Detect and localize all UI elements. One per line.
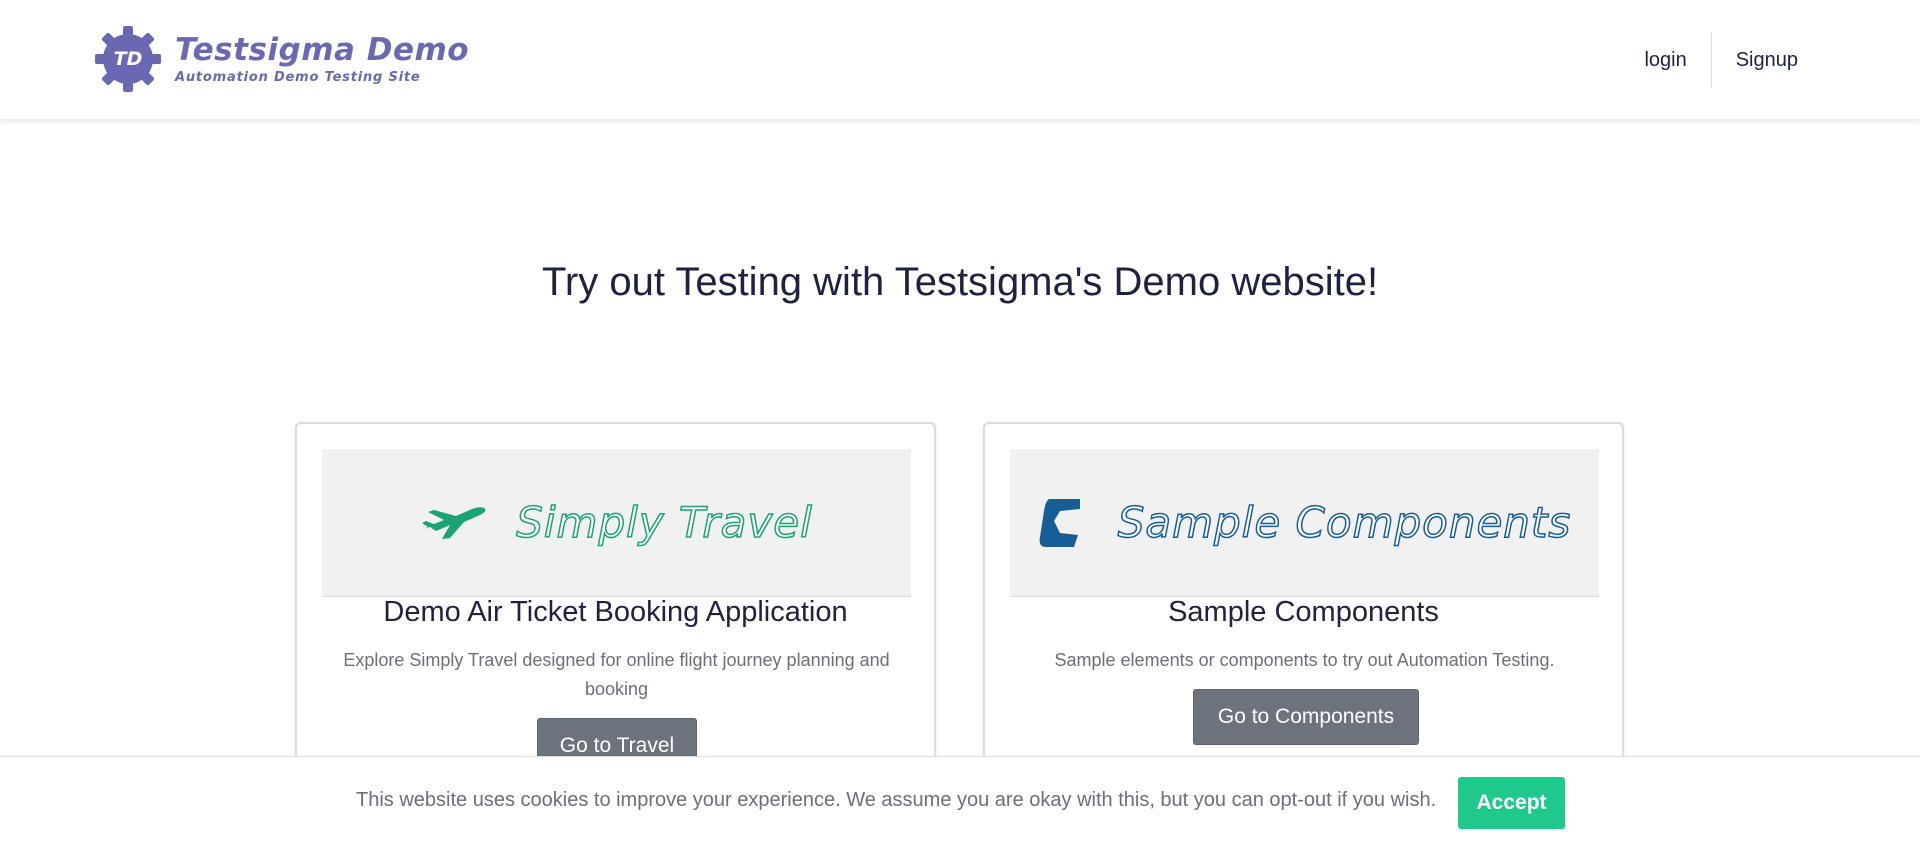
travel-banner[interactable]: Simply Travel <box>322 449 911 597</box>
header-nav: login Signup <box>1620 32 1822 88</box>
travel-card-heading: Demo Air Ticket Booking Application <box>383 596 848 628</box>
logo-badge-text: TD <box>113 48 143 70</box>
components-banner[interactable]: Sample Components <box>1010 449 1599 597</box>
components-c-icon <box>1039 498 1080 547</box>
site-header: TD Testsigma Demo Automation Demo Testin… <box>0 0 1920 119</box>
components-card-description: Sample elements or components to try out… <box>1054 650 1555 670</box>
cookie-message: This website uses cookies to improve you… <box>356 789 1437 811</box>
page-title: Try out Testing with Testsigma's Demo we… <box>541 260 1379 304</box>
logo-text: Testsigma Demo Automation Demo Testing S… <box>175 33 469 85</box>
travel-card-description: Explore Simply Travel designed for onlin… <box>343 650 890 699</box>
cookie-consent-bar: This website uses cookies to improve you… <box>0 756 1920 846</box>
simply-travel-banner-text: Simply Travel <box>515 497 813 548</box>
accept-cookies-button[interactable]: Accept <box>1458 777 1565 829</box>
airplane-icon <box>422 506 486 539</box>
signup-link[interactable]: Signup <box>1712 32 1822 88</box>
logo-title: Testsigma Demo <box>175 32 470 68</box>
gear-logo-icon: TD <box>95 26 161 92</box>
logo-subtitle: Automation Demo Testing Site <box>175 70 421 85</box>
sample-components-banner-text: Sample Components <box>1117 497 1572 548</box>
go-to-components-button[interactable]: Go to Components <box>1193 689 1419 745</box>
site-logo[interactable]: TD Testsigma Demo Automation Demo Testin… <box>95 26 469 92</box>
components-card-heading: Sample Components <box>1168 596 1439 628</box>
login-link[interactable]: login <box>1620 32 1710 88</box>
